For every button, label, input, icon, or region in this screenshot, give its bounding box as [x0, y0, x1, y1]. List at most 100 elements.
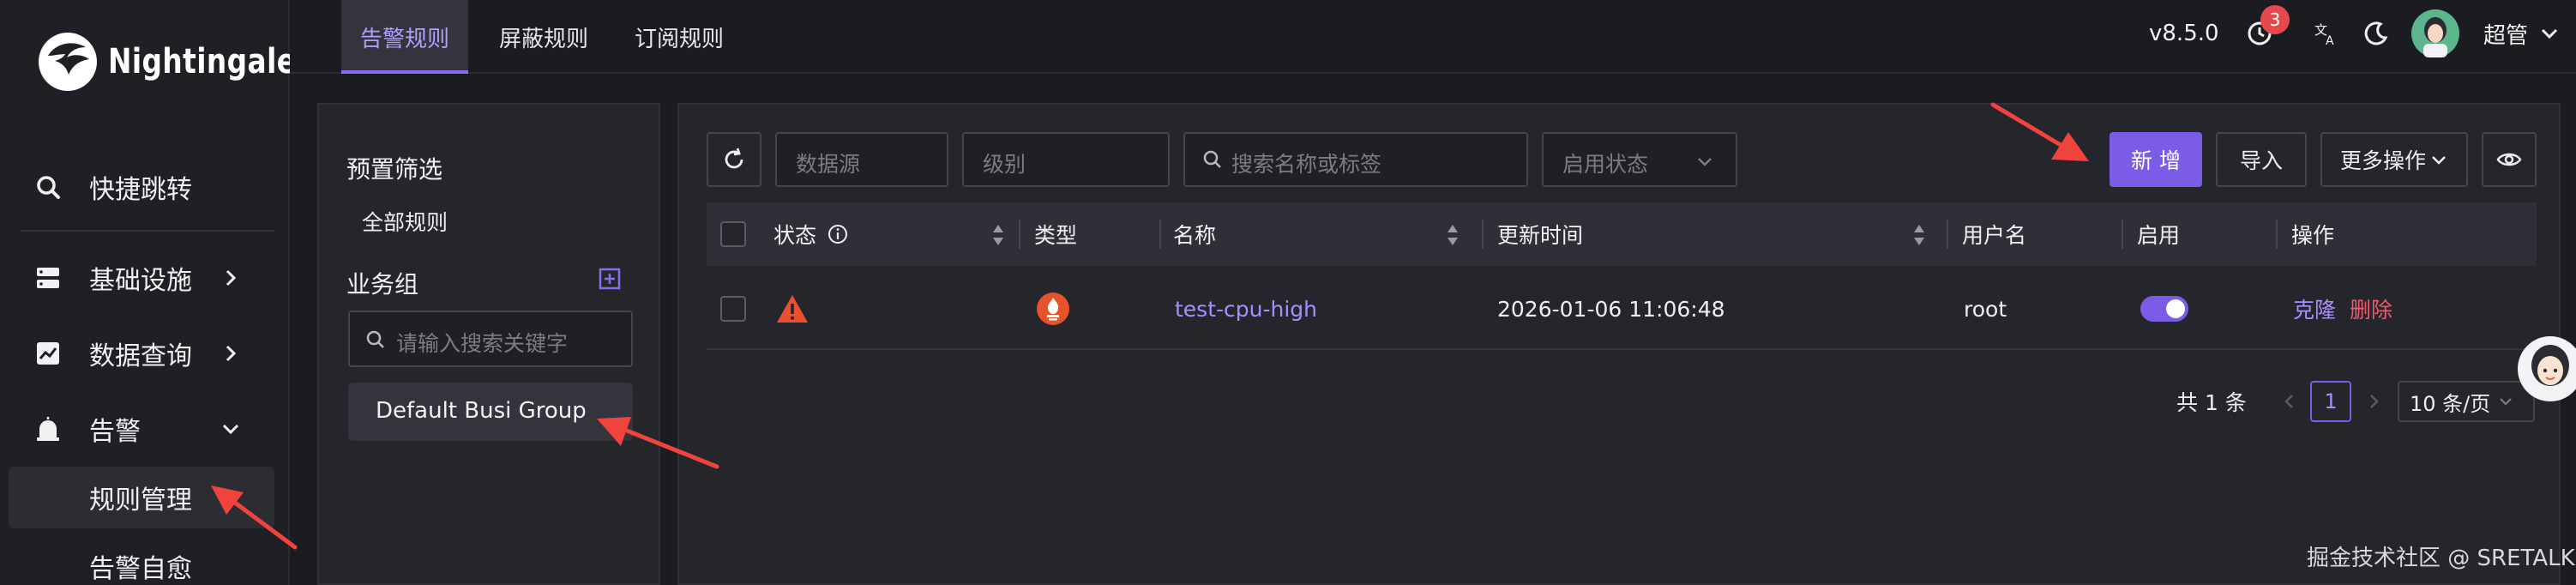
datasource-select[interactable]: 数据源 [775, 132, 948, 187]
select-all-checkbox[interactable] [720, 202, 746, 266]
rule-user: root [1964, 296, 2007, 322]
alarm-icon [33, 413, 63, 444]
search-placeholder: 请输入搜索关键字 [396, 331, 569, 356]
pagination-total: 共 1 条 [2176, 390, 2247, 415]
page-number-button[interactable]: 1 [2310, 381, 2351, 422]
nav-sub-alert-self-heal[interactable]: 告警自愈 [9, 535, 274, 585]
column-separator [1159, 220, 1161, 249]
column-visibility-button[interactable] [2482, 132, 2537, 187]
nav-sub-rule-management[interactable]: 规则管理 [9, 467, 274, 528]
search-icon [1203, 150, 1221, 168]
user-name: 超管 [2483, 22, 2529, 49]
user-avatar[interactable] [2411, 0, 2459, 67]
tab-subscribe-rules[interactable]: 订阅规则 [619, 0, 739, 74]
table-header: 状态 类型 名称 更新时间 用户名 启用 操作 [707, 202, 2537, 266]
tab-label: 屏蔽规则 [498, 26, 588, 52]
all-rules-item[interactable]: 全部规则 [362, 206, 448, 237]
prev-page-icon[interactable] [2279, 391, 2300, 412]
nav-item-label: 数据查询 [89, 341, 192, 371]
column-label: 用户名 [1962, 223, 2027, 248]
rules-panel: 数据源 级别 搜索名称或标签 启用状态 新 增 导入 更多操作 状态 类型 名称… [677, 103, 2561, 585]
tab-label: 告警规则 [359, 26, 449, 52]
enable-status-select[interactable]: 启用状态 [1542, 132, 1737, 187]
chevron-right-icon [226, 345, 237, 362]
preset-filter-title: 预置筛选 [346, 155, 443, 184]
level-select[interactable]: 级别 [962, 132, 1170, 187]
column-separator [1019, 220, 1020, 249]
column-separator [2122, 220, 2123, 249]
version-label: v8.5.0 [2149, 0, 2219, 67]
column-separator [1947, 220, 1948, 249]
translate-icon: 文A [2314, 22, 2334, 46]
delete-link[interactable]: 删除 [2350, 268, 2392, 350]
column-name[interactable]: 名称 [1173, 202, 1216, 266]
add-rule-button[interactable]: 新 增 [2110, 132, 2202, 187]
group-search-input[interactable]: 请输入搜索关键字 [348, 311, 633, 367]
tab-alert-rules[interactable]: 告警规则 [341, 0, 468, 74]
rule-enable-toggle[interactable] [2140, 268, 2188, 350]
datasource-placeholder: 数据源 [796, 152, 861, 177]
sort-icon[interactable] [1911, 223, 1928, 247]
eye-icon [2496, 153, 2522, 166]
notification-badge: 3 [2260, 5, 2290, 34]
chevron-down-icon [1698, 158, 1712, 166]
prometheus-icon [1036, 268, 1070, 350]
import-button[interactable]: 导入 [2216, 132, 2307, 187]
app-name: Nightingale [108, 42, 297, 81]
sort-icon[interactable] [990, 223, 1007, 247]
group-item-default[interactable]: Default Busi Group [348, 383, 633, 441]
watermark-text: 掘金技术社区 @ SRETALK [2307, 546, 2575, 571]
column-label: 操作 [2291, 223, 2335, 248]
server-icon [33, 262, 63, 293]
nav-sub-label: 告警自愈 [89, 554, 192, 584]
chevron-down-icon [2500, 398, 2513, 406]
column-separator [2276, 220, 2278, 249]
sort-icon[interactable] [1444, 223, 1461, 247]
chevron-down-icon [2541, 28, 2558, 39]
chart-icon [33, 338, 63, 369]
assistant-avatar[interactable] [2518, 336, 2576, 401]
column-separator [1482, 220, 1484, 249]
column-type: 类型 [1034, 202, 1077, 266]
nav-item-label: 快捷跳转 [89, 175, 192, 205]
language-button[interactable]: 文A [2314, 0, 2339, 67]
next-page-icon[interactable] [2363, 391, 2384, 412]
warning-icon [775, 268, 810, 350]
user-menu[interactable]: 超管 [2483, 0, 2562, 67]
page-size-label: 10 条/页 [2410, 391, 2491, 416]
chevron-down-icon [222, 424, 239, 435]
chevron-down-icon [2432, 156, 2446, 165]
clone-link[interactable]: 克隆 [2293, 268, 2336, 350]
tab-mute-rules[interactable]: 屏蔽规则 [484, 0, 604, 74]
add-group-icon[interactable] [599, 268, 621, 290]
nav-item-infrastructure[interactable]: 基础设施 [0, 247, 274, 309]
column-status[interactable]: 状态 [773, 202, 849, 266]
rule-search-input[interactable]: 搜索名称或标签 [1183, 132, 1528, 187]
column-updated[interactable]: 更新时间 [1497, 202, 1583, 266]
nav-item-label: 告警 [89, 417, 141, 447]
nav-item-label: 基础设施 [89, 266, 192, 296]
column-actions: 操作 [2291, 202, 2334, 266]
row-checkbox[interactable] [720, 268, 746, 350]
nav-item-quick-jump[interactable]: 快捷跳转 [0, 156, 274, 218]
rule-name-link[interactable]: test-cpu-high [1175, 268, 1317, 350]
page-size-select[interactable]: 10 条/页 [2398, 381, 2535, 422]
rule-updated-time: 2026-01-06 11:06:48 [1497, 296, 1725, 322]
nav-item-alert[interactable]: 告警 [0, 398, 274, 460]
more-actions-button[interactable]: 更多操作 [2320, 132, 2468, 187]
moon-icon [2364, 21, 2388, 45]
nightingale-logo-icon [39, 33, 97, 91]
chevron-right-icon [226, 269, 237, 286]
table-row: test-cpu-high 2026-01-06 11:06:48 root 克… [707, 268, 2537, 350]
column-enabled: 启用 [2137, 202, 2180, 266]
refresh-icon [725, 148, 743, 169]
column-label: 启用 [2137, 223, 2181, 248]
top-bar: 告警规则 屏蔽规则 订阅规则 [290, 0, 2576, 74]
refresh-button[interactable] [707, 132, 761, 187]
theme-toggle-button[interactable] [2363, 0, 2389, 67]
column-label: 类型 [1034, 223, 1078, 248]
version-text: v8.5.0 [2149, 21, 2219, 46]
svg-text:A: A [2326, 34, 2334, 46]
filter-panel: 预置筛选 全部规则 业务组 请输入搜索关键字 Default Busi Grou… [317, 103, 660, 585]
nav-item-data-query[interactable]: 数据查询 [0, 323, 274, 384]
